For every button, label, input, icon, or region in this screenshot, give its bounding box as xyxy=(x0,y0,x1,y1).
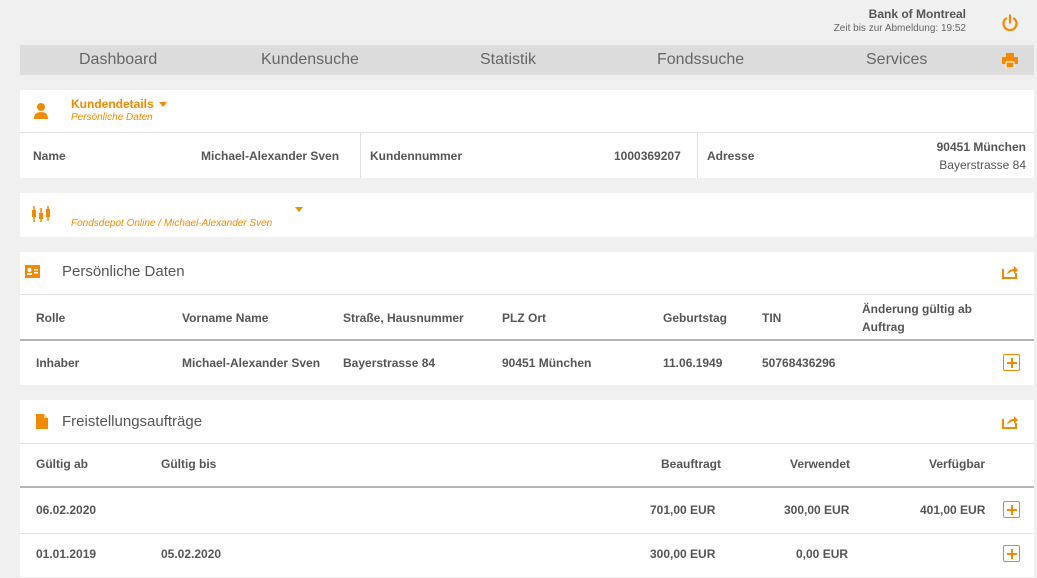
divider xyxy=(20,294,1034,295)
divider xyxy=(360,133,361,178)
row-rolle: Inhaber xyxy=(36,356,80,370)
add-icon[interactable] xyxy=(1003,501,1020,518)
col-plz-ort: PLZ Ort xyxy=(502,311,546,325)
kundendetails-title[interactable]: Kundendetails xyxy=(71,97,168,111)
depot-selector[interactable]: Fondsdepot Online / Michael-Alexander Sv… xyxy=(71,218,272,229)
export-icon[interactable] xyxy=(1002,414,1019,429)
document-icon xyxy=(36,414,48,429)
nav-fondssuche[interactable]: Fondssuche xyxy=(657,51,744,69)
add-icon[interactable] xyxy=(1003,545,1020,562)
row-geburtstag: 11.06.1949 xyxy=(663,356,723,370)
depot-panel xyxy=(20,193,1034,237)
table-row-gueltig-ab: 01.01.2019 xyxy=(36,547,97,561)
col-strasse: Straße, Hausnummer xyxy=(343,311,464,325)
divider xyxy=(20,443,1034,444)
kundendetails-subtitle: Persönliche Daten xyxy=(71,112,153,123)
table-row-gueltig-ab: 06.02.2020 xyxy=(36,503,97,517)
session-timer: Zeit bis zur Abmeldung: 19:52 xyxy=(833,23,966,34)
row-tin: 50768436296 xyxy=(762,356,836,370)
divider xyxy=(20,533,1034,534)
divider xyxy=(20,132,1034,133)
fund-chart-icon xyxy=(32,206,50,222)
nav-statistik[interactable]: Statistik xyxy=(480,51,536,69)
caret-down-icon xyxy=(159,102,168,108)
col-rolle: Rolle xyxy=(36,311,66,325)
export-icon[interactable] xyxy=(1002,264,1019,279)
col-verwendet: Verwendet xyxy=(790,457,851,471)
row-vorname-name: Michael-Alexander Sven xyxy=(182,356,321,370)
adresse-line1: 90451 München xyxy=(936,140,1026,154)
printer-icon[interactable] xyxy=(1002,53,1018,68)
bank-name: Bank of Montreal xyxy=(868,7,966,21)
adresse-label: Adresse xyxy=(707,149,755,163)
col-aenderung-line1: Änderung gültig ab xyxy=(862,302,972,316)
col-vorname-name: Vorname Name xyxy=(182,311,269,325)
name-value: Michael-Alexander Sven xyxy=(201,149,340,163)
table-row-verwendet: 0,00 EUR xyxy=(796,547,849,561)
nav-dashboard[interactable]: Dashboard xyxy=(79,51,157,69)
col-beauftragt: Beauftragt xyxy=(661,457,722,471)
nav-kundensuche[interactable]: Kundensuche xyxy=(261,51,359,69)
table-row-verwendet: 300,00 EUR xyxy=(784,503,850,517)
col-tin: TIN xyxy=(762,311,782,325)
nav-services[interactable]: Services xyxy=(866,51,927,69)
divider xyxy=(20,339,1034,341)
kundendetails-panel xyxy=(20,90,1034,178)
add-icon[interactable] xyxy=(1003,354,1020,371)
freistellungsauftraege-title: Freistellungsaufträge xyxy=(62,413,203,430)
table-row-verfuegbar: 401,00 EUR xyxy=(920,503,986,517)
row-plz-ort: 90451 München xyxy=(502,356,592,370)
persoenliche-daten-title: Persönliche Daten xyxy=(62,263,185,280)
kundennummer-value: 1000369207 xyxy=(614,149,681,163)
id-card-icon xyxy=(25,265,40,278)
person-icon xyxy=(34,103,48,119)
divider xyxy=(20,486,1034,488)
col-verfuegbar: Verfügbar xyxy=(929,457,986,471)
power-icon[interactable] xyxy=(1001,14,1019,32)
table-row-beauftragt: 701,00 EUR xyxy=(650,503,716,517)
table-row-gueltig-bis: 05.02.2020 xyxy=(161,547,222,561)
col-gueltig-bis: Gültig bis xyxy=(161,457,217,471)
col-geburtstag: Geburtstag xyxy=(663,311,728,325)
name-label: Name xyxy=(33,149,66,163)
divider xyxy=(697,133,698,178)
adresse-line2: Bayerstrasse 84 xyxy=(939,158,1026,172)
col-aenderung-line2: Auftrag xyxy=(862,320,905,334)
kundennummer-label: Kundennummer xyxy=(370,149,463,163)
table-row-beauftragt: 300,00 EUR xyxy=(650,547,716,561)
col-gueltig-ab: Gültig ab xyxy=(36,457,88,471)
row-strasse: Bayerstrasse 84 xyxy=(343,356,436,370)
caret-down-icon[interactable] xyxy=(295,207,303,212)
